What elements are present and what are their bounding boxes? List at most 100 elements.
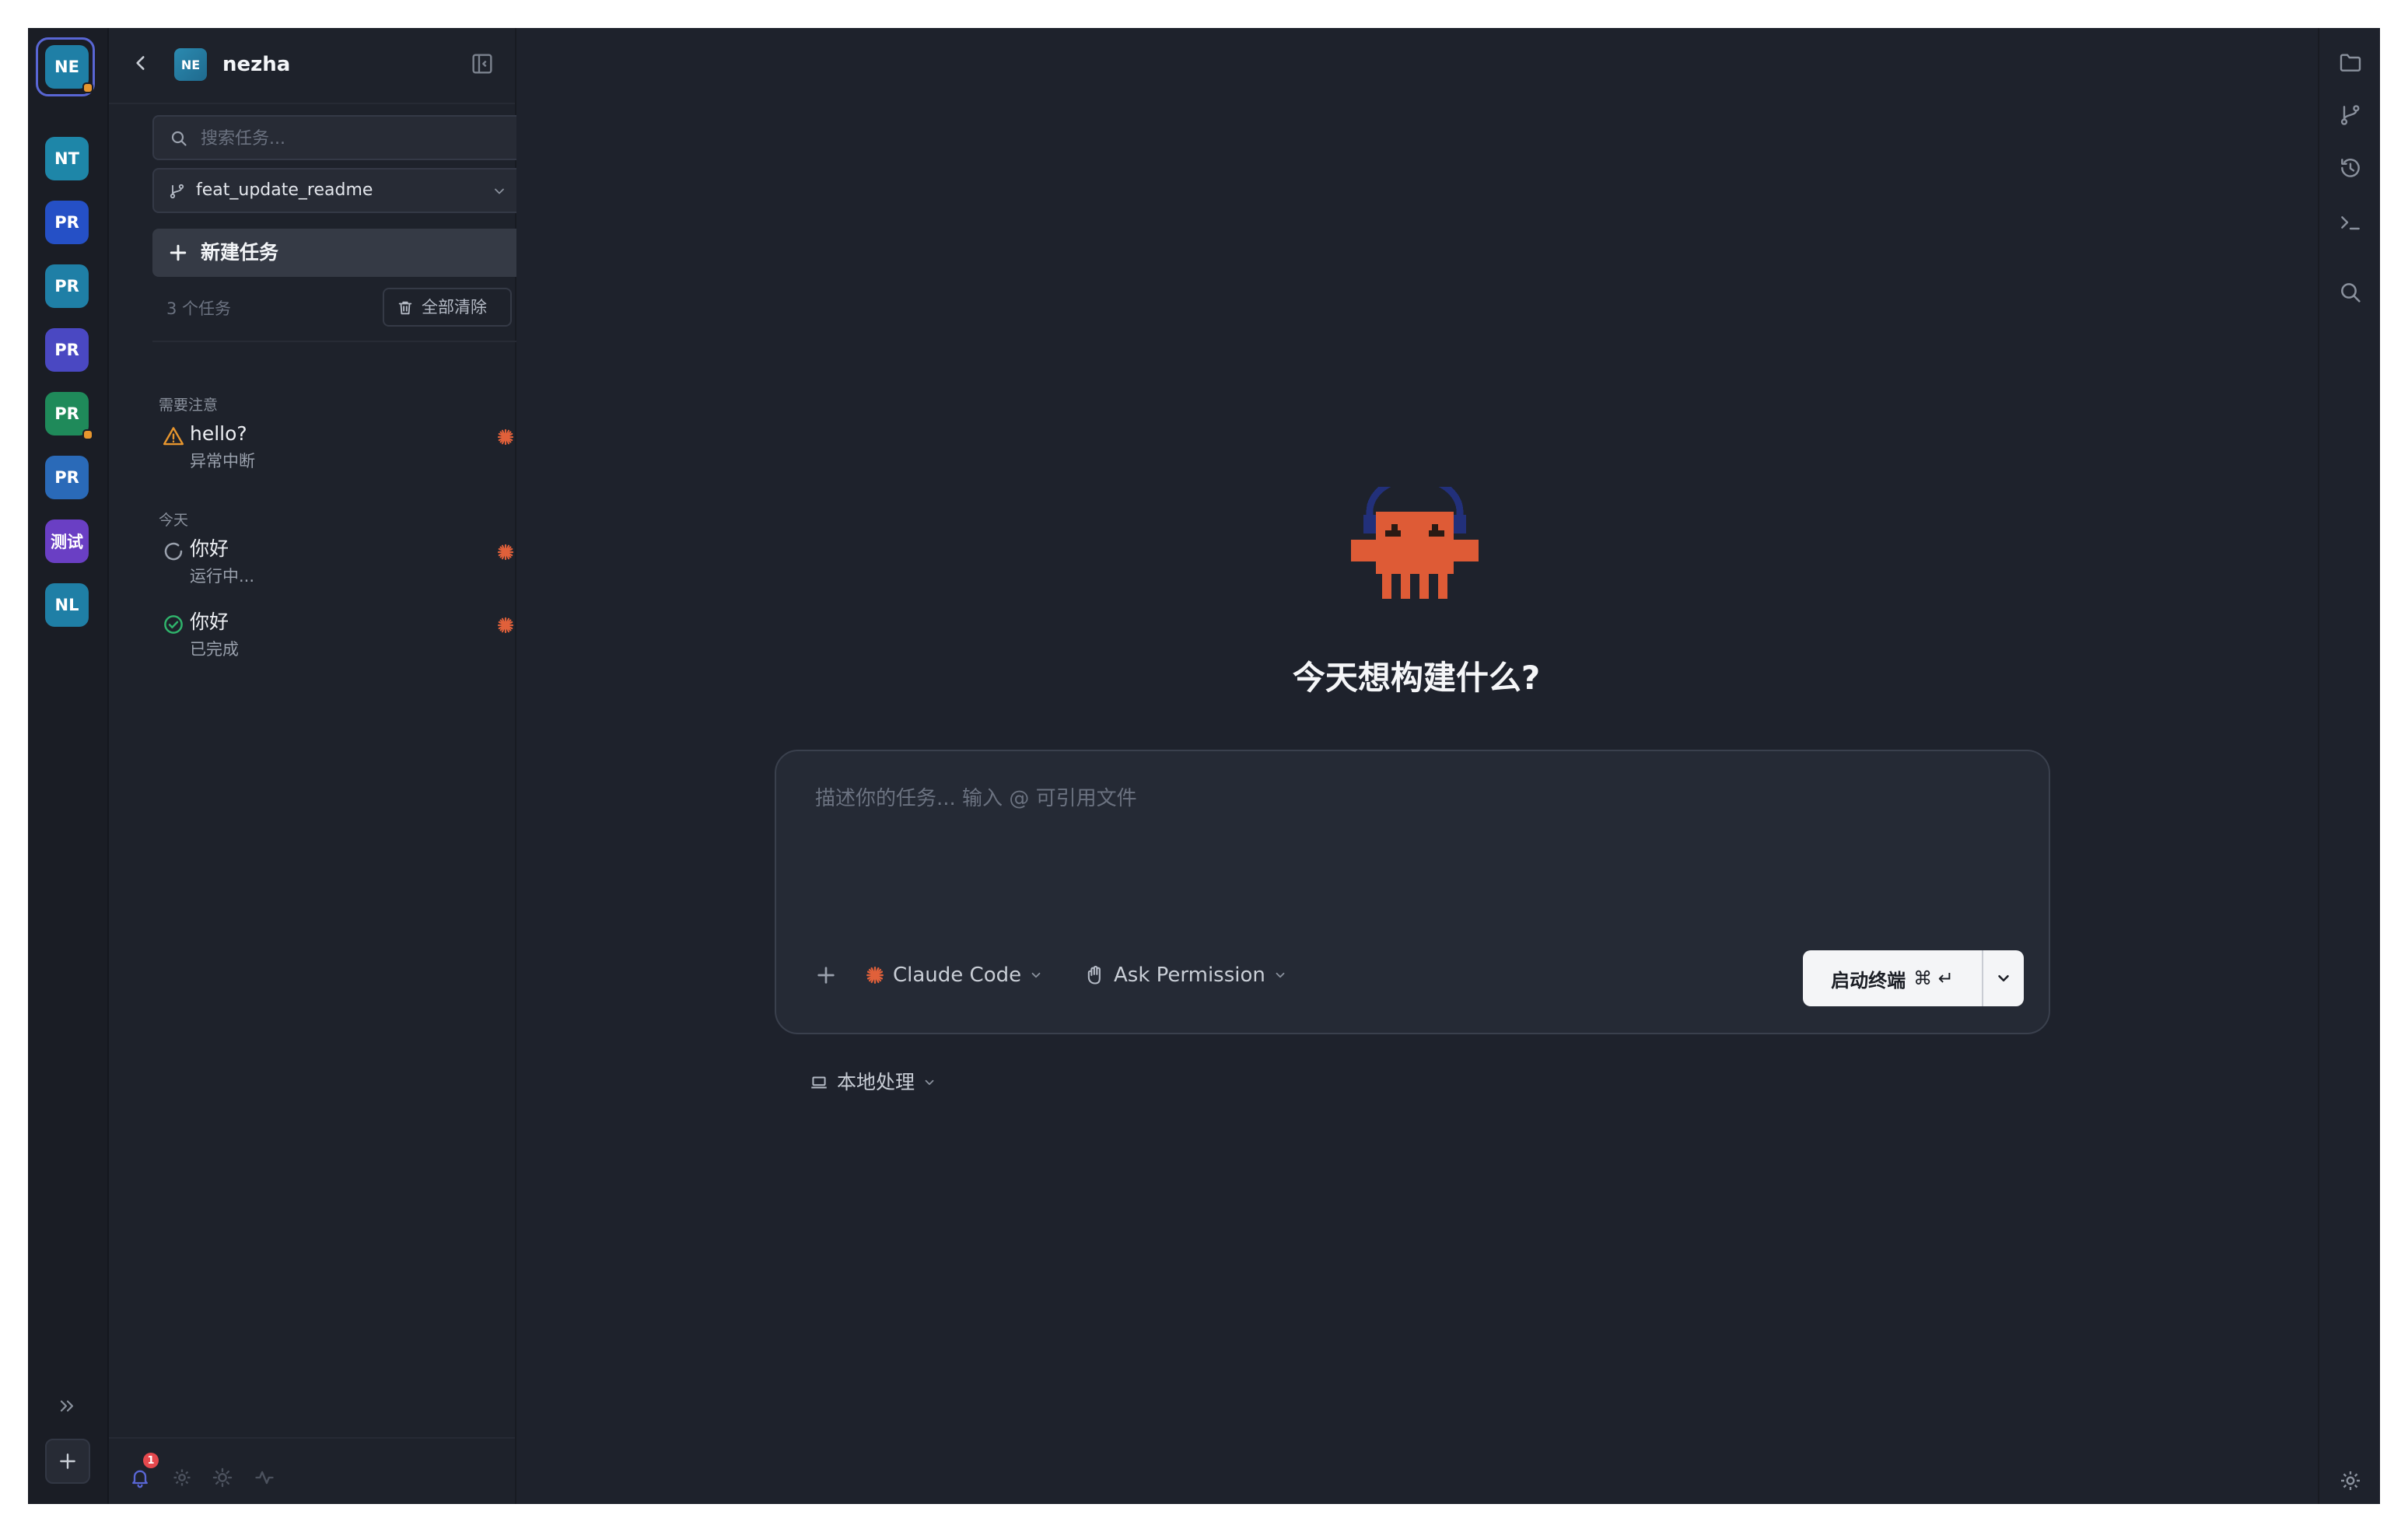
right-toolbar — [2318, 28, 2380, 1504]
hand-icon — [1087, 965, 1101, 985]
bell-icon[interactable] — [129, 1467, 151, 1488]
agent-selector[interactable]: Claude Code — [865, 958, 1043, 992]
task-title: 你好 — [190, 537, 229, 560]
project-avatar-7[interactable]: PR — [45, 456, 89, 499]
add-project-button[interactable] — [45, 1439, 90, 1484]
search-icon — [171, 131, 187, 146]
project-avatar-label: PR — [54, 277, 79, 296]
claude-agent-icon — [497, 544, 514, 561]
task-status: 运行中... — [190, 567, 255, 586]
new-task-button[interactable]: 新建任务 — [152, 229, 524, 277]
project-avatar-3[interactable]: PR — [45, 201, 89, 244]
task-item[interactable]: hello? 异常中断 — [152, 420, 524, 488]
claude-agent-icon — [497, 428, 514, 446]
sidebar-header: NE nezha — [109, 28, 515, 104]
project-avatar-6[interactable]: PR — [45, 392, 89, 435]
permission-selector[interactable]: Ask Permission — [1084, 958, 1287, 992]
attach-plus-icon[interactable] — [814, 963, 838, 988]
spinner-icon — [164, 542, 183, 561]
plus-icon — [60, 1453, 75, 1469]
task-count: 3 个任务 — [166, 299, 232, 318]
chevron-down-icon — [1276, 972, 1285, 978]
group-label-attention: 需要注意 — [159, 397, 219, 414]
notification-badge: 1 — [143, 1453, 159, 1468]
task-title: 你好 — [190, 610, 229, 633]
trash-icon — [398, 301, 412, 315]
terminal-icon[interactable] — [2338, 210, 2363, 235]
project-avatar-label: NL — [54, 596, 79, 614]
execution-mode-label: 本地处理 — [837, 1071, 915, 1093]
chevron-down-icon — [925, 1079, 934, 1086]
task-status: 已完成 — [190, 640, 239, 659]
chevron-down-icon — [1031, 972, 1041, 978]
main-panel: 今天想构建什么? Claude Code Ask Permission 启动终端… — [516, 28, 2316, 1504]
project-avatar-label: PR — [54, 468, 79, 487]
launch-shortcut: ⌘ ↵ — [1913, 967, 1954, 989]
double-chevron-right-icon — [60, 1400, 74, 1412]
status-dot — [82, 82, 93, 93]
permission-label: Ask Permission — [1114, 964, 1265, 987]
group-label-today: 今天 — [159, 512, 189, 529]
launch-terminal-split-button: 启动终端 ⌘ ↵ — [1803, 950, 2024, 1006]
gear-icon[interactable] — [171, 1467, 193, 1488]
project-avatar-label: PR — [54, 213, 79, 232]
history-icon[interactable] — [2338, 156, 2363, 180]
project-avatar-4[interactable]: PR — [45, 264, 89, 308]
activity-icon[interactable] — [254, 1467, 275, 1488]
project-avatar-2[interactable]: NT — [45, 137, 89, 180]
back-button[interactable] — [131, 51, 151, 75]
project-avatar-9[interactable]: NL — [45, 583, 89, 627]
launch-terminal-label: 启动终端 — [1831, 969, 1906, 992]
project-avatar-label: 测试 — [51, 533, 83, 551]
launch-terminal-button[interactable]: 启动终端 ⌘ ↵ — [1803, 950, 1982, 1006]
task-prompt-input[interactable] — [814, 782, 2014, 879]
task-sidebar: NE nezha feat_update_readme 新建任务 3 个任务 全… — [109, 28, 524, 1504]
project-name: nezha — [222, 53, 291, 76]
project-avatar-label: NT — [54, 149, 79, 168]
project-avatar-8[interactable]: 测试 — [45, 519, 89, 563]
clear-all-label: 全部清除 — [422, 298, 487, 317]
project-avatar-label: NE — [54, 58, 79, 76]
warning-icon — [163, 427, 184, 446]
project-avatar-5[interactable]: PR — [45, 328, 89, 372]
project-avatar: NE — [174, 48, 207, 81]
chevron-left-icon — [136, 56, 145, 70]
launch-options-button[interactable] — [1983, 950, 2024, 1006]
collapse-sidebar-button[interactable] — [470, 51, 495, 76]
folder-icon[interactable] — [2338, 50, 2363, 75]
git-branch-icon[interactable] — [2338, 103, 2363, 128]
sun-icon[interactable] — [212, 1467, 233, 1488]
agent-label: Claude Code — [893, 964, 1022, 987]
execution-mode-selector[interactable]: 本地处理 — [809, 1065, 936, 1100]
expand-rail-button[interactable] — [50, 1389, 84, 1423]
app-window: NE NT PR PR PR PR PR 测试 NL NE nezha feat_update_… — [28, 28, 2380, 1504]
task-search[interactable] — [152, 115, 524, 160]
plus-icon — [170, 244, 187, 261]
sidebar-collapse-icon — [472, 54, 492, 74]
status-dot — [82, 429, 93, 440]
check-circle-icon — [164, 615, 183, 634]
page-title: 今天想构建什么? — [1292, 659, 1541, 697]
task-item[interactable]: 你好 运行中... — [152, 535, 524, 603]
task-status: 异常中断 — [190, 452, 255, 470]
sidebar-footer-divider — [109, 1437, 515, 1439]
search-icon[interactable] — [2338, 280, 2363, 305]
claude-agent-icon — [866, 967, 884, 984]
chevron-down-icon — [1998, 974, 2009, 982]
chevron-down-icon — [495, 188, 504, 194]
task-item[interactable]: 你好 已完成 — [152, 608, 524, 677]
settings-gear-icon[interactable] — [2338, 1468, 2363, 1493]
project-avatar-1[interactable]: NE — [45, 45, 89, 89]
branch-selector[interactable]: feat_update_readme — [152, 168, 524, 213]
task-title: hello? — [190, 422, 247, 445]
project-rail: NE NT PR PR PR PR PR 测试 NL — [28, 28, 109, 1504]
claude-agent-icon — [497, 617, 514, 634]
search-input[interactable] — [199, 117, 513, 160]
divider — [152, 341, 524, 342]
clear-all-button[interactable]: 全部清除 — [383, 288, 512, 327]
laptop-icon — [811, 1076, 827, 1089]
new-task-label: 新建任务 — [201, 241, 279, 264]
project-avatar-label: PR — [54, 404, 79, 423]
task-composer: Claude Code Ask Permission 启动终端 ⌘ ↵ — [775, 750, 2050, 1034]
git-branch-icon — [170, 184, 184, 199]
